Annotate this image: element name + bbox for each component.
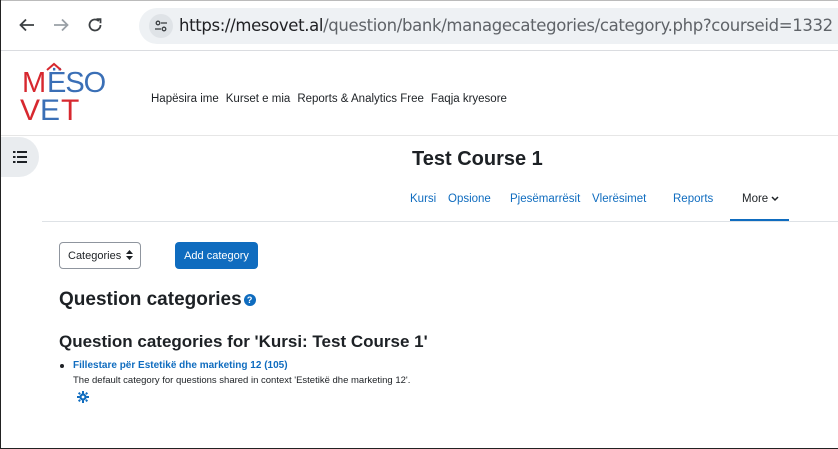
category-link[interactable]: Fillestare për Estetikë dhe marketing 12… [73,360,288,371]
tab-kursi[interactable]: Kursi [410,193,436,205]
chevron-down-icon [771,196,779,202]
site-header: M ËSO V E T Hapësira ime Kurset e mia Re… [1,52,838,136]
svg-text:V: V [20,94,40,126]
address-bar[interactable]: https://mesovet.al/question/bank/managec… [139,8,838,44]
context-heading: Question categories for 'Kursi: Test Cou… [59,332,428,351]
nav-item-reports-analytics[interactable]: Reports & Analytics Free [297,93,424,105]
tab-opsione[interactable]: Opsione [448,193,491,205]
category-description: The default category for questions share… [73,375,411,386]
tab-more[interactable]: More [742,193,779,205]
select-arrows-icon [126,249,134,262]
question-bank-select[interactable]: Categories [59,242,141,269]
tab-more-label: More [742,193,769,205]
add-category-button[interactable]: Add category [175,242,258,269]
reload-icon[interactable] [83,13,107,37]
tune-icon[interactable] [149,14,173,38]
svg-text:E: E [40,94,59,126]
tab-pjesemarresit[interactable]: Pjesëmarrësit [510,193,580,205]
gear-icon[interactable] [77,391,89,403]
forward-arrow-icon[interactable] [49,13,73,37]
nav-item-home[interactable]: Faqja kryesore [431,93,507,105]
svg-text:T: T [61,94,79,126]
course-title: Test Course 1 [412,148,543,170]
list-icon [13,151,27,163]
nav-item-my-courses[interactable]: Kurset e mia [226,93,291,105]
nav-item-my-space[interactable]: Hapësira ime [151,93,219,105]
url-text: https://mesovet.al/question/bank/managec… [179,16,833,35]
back-arrow-icon[interactable] [15,13,39,37]
page-heading: Question categories ? [59,289,256,311]
page-heading-text: Question categories [59,289,242,310]
tab-reports[interactable]: Reports [673,193,713,205]
browser-toolbar: https://mesovet.al/question/bank/managec… [1,1,838,51]
url-path: /question/bank/managecategories/category… [323,16,833,35]
select-value: Categories [68,249,122,262]
nav-divider [42,221,838,222]
help-icon[interactable]: ? [243,294,256,306]
primary-navigation: Hapësira ime Kurset e mia Reports & Anal… [151,93,514,105]
tab-vleresimet[interactable]: Vlerësimet [592,193,646,205]
course-index-toggle[interactable] [1,137,39,177]
url-domain: https://mesovet.al [179,16,324,35]
site-logo[interactable]: M ËSO V E T [19,60,119,127]
bullet [60,364,64,368]
